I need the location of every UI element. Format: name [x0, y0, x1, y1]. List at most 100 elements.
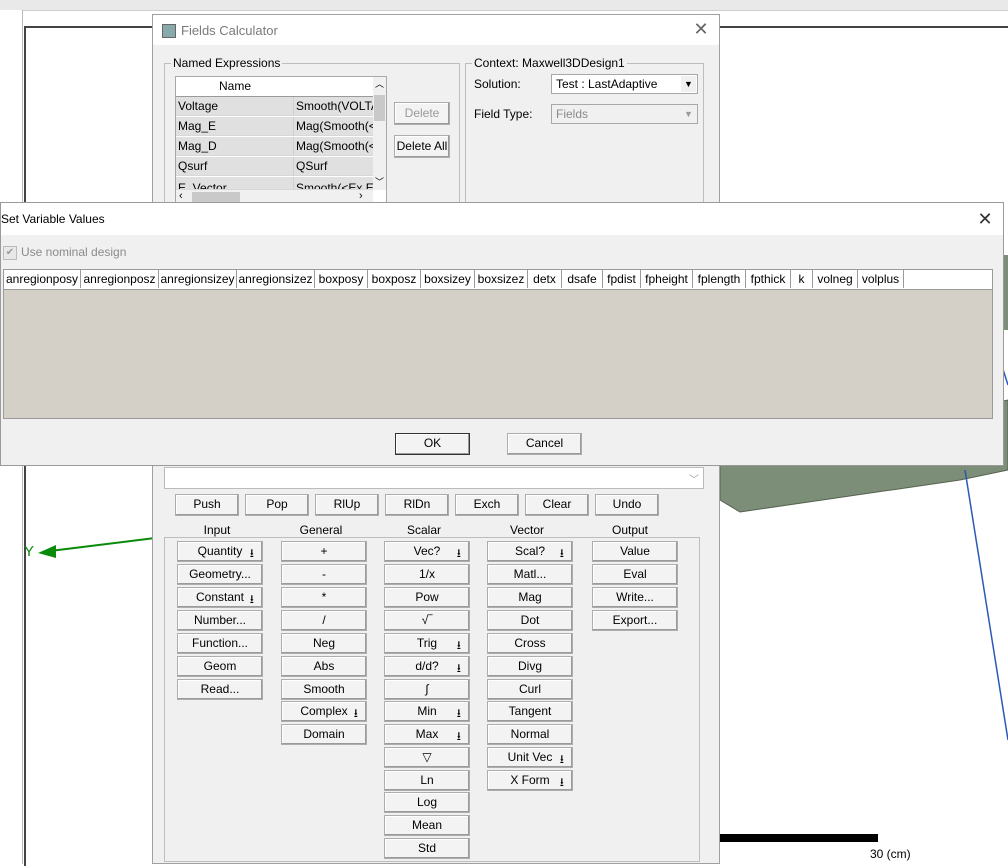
expression-name-cell[interactable]: Mag_E — [176, 117, 294, 136]
named-expressions-grid[interactable]: Name Voltage Smooth(VOLTA Mag_E Mag(Smoo… — [175, 76, 387, 206]
use-nominal-checkbox[interactable]: ✔ — [3, 246, 17, 260]
vec-button[interactable]: Vec? ⭳ — [384, 541, 470, 562]
expression-name-cell[interactable]: Mag_D — [176, 137, 294, 156]
column-header[interactable]: detx — [528, 270, 562, 288]
column-header[interactable]: k — [791, 270, 813, 288]
chevron-down-icon[interactable]: ▼ — [681, 106, 696, 122]
scal-button[interactable]: Scal? ⭳ — [487, 541, 573, 562]
scroll-up-icon[interactable]: ︿ — [375, 77, 384, 90]
expression-value-cell[interactable]: QSurf — [294, 157, 374, 176]
column-header-expression[interactable] — [294, 77, 374, 97]
close-icon[interactable]: ✕ — [691, 19, 711, 39]
std-button[interactable]: Std — [384, 838, 470, 859]
complex-button[interactable]: Complex ⭳ — [281, 701, 367, 722]
max-button[interactable]: Max ⭳ — [384, 724, 470, 745]
column-header[interactable]: fpthick — [746, 270, 791, 288]
column-header[interactable]: anregionposy — [4, 270, 81, 288]
column-header[interactable]: volneg — [813, 270, 858, 288]
mag-button[interactable]: Mag — [487, 587, 573, 608]
expression-name-cell[interactable]: E_Vector — [176, 177, 294, 190]
x-form-button[interactable]: X Form ⭳ — [487, 770, 573, 791]
undo-button[interactable]: Undo — [595, 494, 659, 516]
expression-name-cell[interactable]: Qsurf — [176, 157, 294, 176]
pow-button[interactable]: Pow — [384, 587, 470, 608]
scroll-right-icon[interactable]: › — [359, 190, 363, 202]
derivative-button[interactable]: d/d? ⭳ — [384, 656, 470, 677]
grid-vertical-scrollbar[interactable]: ︿ ﹀ — [373, 77, 386, 190]
pop-button[interactable]: Pop — [245, 494, 309, 516]
dot-button[interactable]: Dot — [487, 610, 573, 631]
push-button[interactable]: Push — [175, 494, 239, 516]
unit-vec-button[interactable]: Unit Vec ⭳ — [487, 747, 573, 768]
column-header[interactable]: fplength — [693, 270, 746, 288]
export-button[interactable]: Export... — [592, 610, 678, 631]
matl-button[interactable]: Matl... — [487, 564, 573, 585]
min-button[interactable]: Min ⭳ — [384, 701, 470, 722]
rldn-button[interactable]: RlDn — [385, 494, 449, 516]
divg-button[interactable]: Divg — [487, 656, 573, 677]
function-button[interactable]: Function... — [177, 633, 263, 654]
curl-button[interactable]: Curl — [487, 679, 573, 700]
integral-button[interactable]: ∫ — [384, 679, 470, 700]
scroll-thumb[interactable] — [192, 192, 240, 202]
scroll-thumb[interactable] — [374, 95, 385, 121]
write-button[interactable]: Write... — [592, 587, 678, 608]
column-header-name[interactable]: Name — [176, 77, 295, 97]
value-button[interactable]: Value — [592, 541, 678, 562]
quantity-button[interactable]: Quantity ⭳ — [177, 541, 263, 562]
scroll-down-icon[interactable]: ﹀ — [375, 175, 384, 188]
minus-button[interactable]: - — [281, 564, 367, 585]
expression-value-cell[interactable]: Smooth(<Ex,Ey — [294, 177, 374, 190]
stack-display[interactable]: ﹀ — [164, 467, 704, 489]
variable-grid[interactable]: anregionposy anregionposz anregionsizey … — [3, 269, 993, 419]
number-button[interactable]: Number... — [177, 610, 263, 631]
column-header[interactable]: volplus — [858, 270, 904, 288]
column-header[interactable]: anregionposz — [81, 270, 159, 288]
expression-value-cell[interactable]: Smooth(VOLTA — [294, 97, 374, 116]
smooth-button[interactable]: Smooth — [281, 679, 367, 700]
column-header[interactable]: anregionsizez — [237, 270, 315, 288]
domain-button[interactable]: Domain — [281, 724, 367, 745]
read-button[interactable]: Read... — [177, 679, 263, 700]
geometry-button[interactable]: Geometry... — [177, 564, 263, 585]
expression-value-cell[interactable]: Mag(Smooth(<D — [294, 137, 374, 156]
abs-button[interactable]: Abs — [281, 656, 367, 677]
trig-button[interactable]: Trig ⭳ — [384, 633, 470, 654]
column-header[interactable]: boxposy — [315, 270, 368, 288]
column-header[interactable]: anregionsizey — [159, 270, 237, 288]
field-type-select[interactable]: Fields ▼ — [551, 104, 698, 124]
plus-button[interactable]: + — [281, 541, 367, 562]
rlup-button[interactable]: RlUp — [315, 494, 379, 516]
column-header[interactable]: fpdist — [603, 270, 641, 288]
column-header[interactable]: boxsizez — [475, 270, 528, 288]
normal-button[interactable]: Normal — [487, 724, 573, 745]
eval-button[interactable]: Eval — [592, 564, 678, 585]
geom-settings-button[interactable]: Geom Settings... — [177, 656, 263, 691]
column-header[interactable]: boxsizey — [421, 270, 475, 288]
exch-button[interactable]: Exch — [455, 494, 519, 516]
delete-button[interactable]: Delete — [394, 102, 450, 125]
chevron-down-icon[interactable]: ﹀ — [689, 471, 699, 486]
sqrt-button[interactable]: √‾ — [384, 610, 470, 631]
mean-button[interactable]: Mean — [384, 815, 470, 836]
reciprocal-button[interactable]: 1/x — [384, 564, 470, 585]
scroll-left-icon[interactable]: ‹ — [179, 190, 183, 202]
column-header[interactable]: boxposz — [368, 270, 421, 288]
close-icon[interactable]: ✕ — [975, 209, 995, 229]
delete-all-button[interactable]: Delete All — [394, 135, 450, 158]
cross-button[interactable]: Cross — [487, 633, 573, 654]
expression-name-cell[interactable]: Voltage — [176, 97, 294, 116]
constant-button[interactable]: Constant ⭳ — [177, 587, 263, 608]
chevron-down-icon[interactable]: ▼ — [681, 76, 696, 92]
gradient-button[interactable]: ▽ — [384, 747, 470, 768]
column-header[interactable]: dsafe — [562, 270, 603, 288]
log-button[interactable]: Log — [384, 792, 470, 813]
solution-select[interactable]: Test : LastAdaptive ▼ — [551, 74, 698, 94]
multiply-button[interactable]: * — [281, 587, 367, 608]
clear-button[interactable]: Clear — [525, 494, 589, 516]
neg-button[interactable]: Neg — [281, 633, 367, 654]
expression-value-cell[interactable]: Mag(Smooth(<E — [294, 117, 374, 136]
cancel-button[interactable]: Cancel — [507, 433, 582, 455]
ok-button[interactable]: OK — [395, 433, 470, 455]
divide-button[interactable]: / — [281, 610, 367, 631]
